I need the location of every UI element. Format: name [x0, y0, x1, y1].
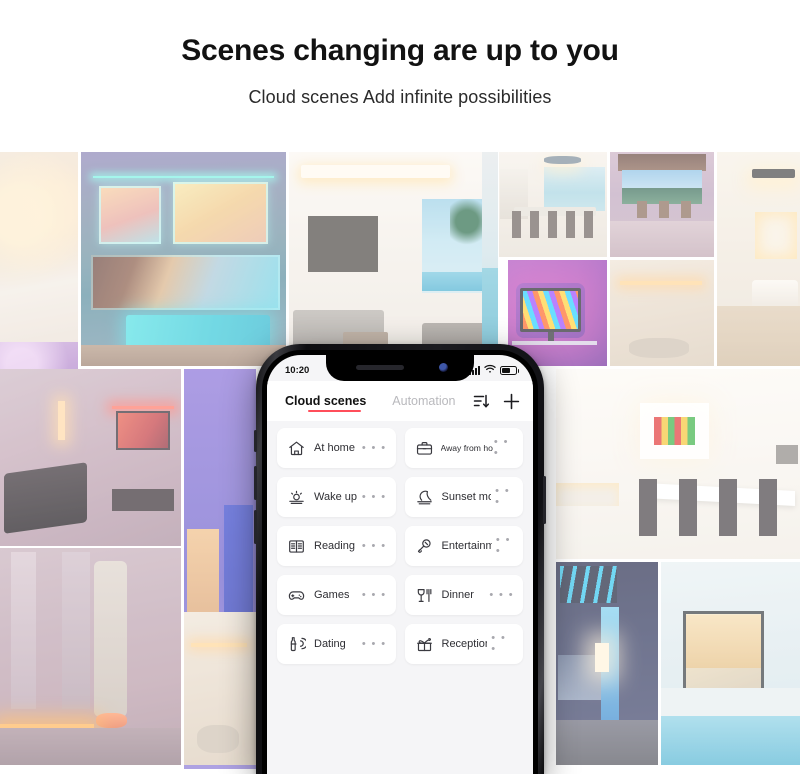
page-header: Scenes changing are up to you Cloud scen…: [0, 0, 800, 108]
scene-label: Dinner: [441, 589, 474, 601]
scene-row: At home • • • Away from home • • •: [277, 428, 523, 468]
gamepad-icon: [287, 586, 306, 605]
phone-screen: 10:20 Cloud scenes Automation At home • …: [267, 355, 533, 774]
phone-power-button[interactable]: [543, 476, 546, 524]
page-title: Scenes changing are up to you: [181, 34, 619, 67]
scene-row: Wake up • • • Sunset mode • • •: [277, 477, 523, 517]
scene-label: Wake up: [314, 491, 358, 503]
status-bar-time: 10:20: [285, 364, 310, 376]
scene-label: Away from home: [440, 443, 493, 453]
scene-card-reception[interactable]: Reception • • •: [404, 624, 523, 664]
tile-white-bedroom-track: [717, 152, 800, 366]
sunset-moon-icon: [415, 488, 434, 507]
tile-villa-pool-rgb: [81, 152, 286, 366]
scene-more-button[interactable]: • • •: [358, 442, 387, 454]
scene-more-button[interactable]: • • •: [485, 589, 514, 601]
scene-more-button[interactable]: • • •: [358, 491, 387, 503]
wine-bottle-glass-icon: [287, 635, 306, 654]
scene-more-button[interactable]: • • •: [358, 540, 387, 552]
phone-notch: [326, 355, 474, 381]
briefcase-icon: [415, 439, 434, 458]
scene-more-button[interactable]: • • •: [358, 589, 387, 601]
scene-list[interactable]: At home • • • Away from home • • •: [267, 421, 533, 774]
wineglass-fork-icon: [415, 586, 434, 605]
scene-more-button[interactable]: • • •: [487, 633, 514, 655]
scene-card-wake-up[interactable]: Wake up • • •: [277, 477, 396, 517]
tile-warm-lounge-small: [184, 612, 256, 765]
scene-label: Sunset mode: [441, 491, 492, 503]
scene-card-away-from-home[interactable]: Away from home • • •: [404, 428, 523, 468]
plus-icon[interactable]: [502, 392, 520, 410]
scene-label: Entertainment: [441, 540, 492, 552]
scene-card-reading[interactable]: Reading • • •: [277, 526, 396, 566]
sunrise-icon: [287, 488, 306, 507]
phone-volume-up-button[interactable]: [254, 466, 257, 500]
tile-lounge-pink-tv: [0, 369, 181, 546]
scene-card-at-home[interactable]: At home • • •: [277, 428, 396, 468]
home-icon: [287, 439, 306, 458]
scene-row: Dating • • • Reception • • •: [277, 624, 523, 664]
tile-pool-edge-sliver: [482, 152, 498, 366]
wifi-icon: [484, 364, 496, 377]
tile-terrace-lake-view: [610, 152, 714, 257]
scene-label: Reading: [314, 540, 355, 552]
tile-dining-sea-view: [499, 152, 607, 257]
book-icon: [287, 537, 306, 556]
scene-more-button[interactable]: • • •: [493, 437, 514, 459]
phone-mockup: 10:20 Cloud scenes Automation At home • …: [254, 344, 546, 774]
earpiece-speaker-icon: [356, 365, 404, 370]
tile-living-warm-art: [610, 260, 714, 366]
scene-card-dating[interactable]: Dating • • •: [277, 624, 396, 664]
tab-automation[interactable]: Automation: [392, 394, 455, 408]
tile-hallway-led-strip: [0, 548, 181, 765]
microphone-icon: [415, 537, 434, 556]
phone-volume-down-button[interactable]: [254, 510, 257, 544]
tile-glass-house-pool: [661, 562, 800, 765]
tile-white-dining-art: [556, 369, 800, 559]
scene-label: Reception: [441, 638, 488, 650]
scene-more-button[interactable]: • • •: [491, 486, 514, 508]
tile-bedroom-warm: [0, 152, 78, 366]
scene-card-games[interactable]: Games • • •: [277, 575, 396, 615]
scene-card-entertainment[interactable]: Entertainment • • •: [404, 526, 523, 566]
sort-filter-icon[interactable]: [472, 392, 490, 410]
scene-label: Dating: [314, 638, 346, 650]
phone-mute-switch[interactable]: [254, 430, 257, 452]
battery-icon: [500, 365, 519, 375]
scene-label: Games: [314, 589, 350, 601]
scene-card-sunset-mode[interactable]: Sunset mode • • •: [404, 477, 523, 517]
gift-box-icon: [415, 635, 434, 654]
scene-more-button[interactable]: • • •: [358, 638, 387, 650]
scene-label: At home: [314, 442, 355, 454]
scene-more-button[interactable]: • • •: [492, 535, 514, 557]
scene-card-dinner[interactable]: Dinner • • •: [404, 575, 523, 615]
app-top-bar: Cloud scenes Automation: [267, 381, 533, 421]
tile-open-living-pool: [289, 152, 496, 366]
front-camera-icon: [439, 363, 448, 372]
scene-row: Games • • • Dinner • • •: [277, 575, 523, 615]
tab-cloud-scenes[interactable]: Cloud scenes: [285, 394, 366, 412]
tile-blue-bedroom-city: [556, 562, 658, 765]
scene-row: Reading • • • Entertainment • • •: [277, 526, 523, 566]
page-subtitle: Cloud scenes Add infinite possibilities: [248, 86, 552, 107]
